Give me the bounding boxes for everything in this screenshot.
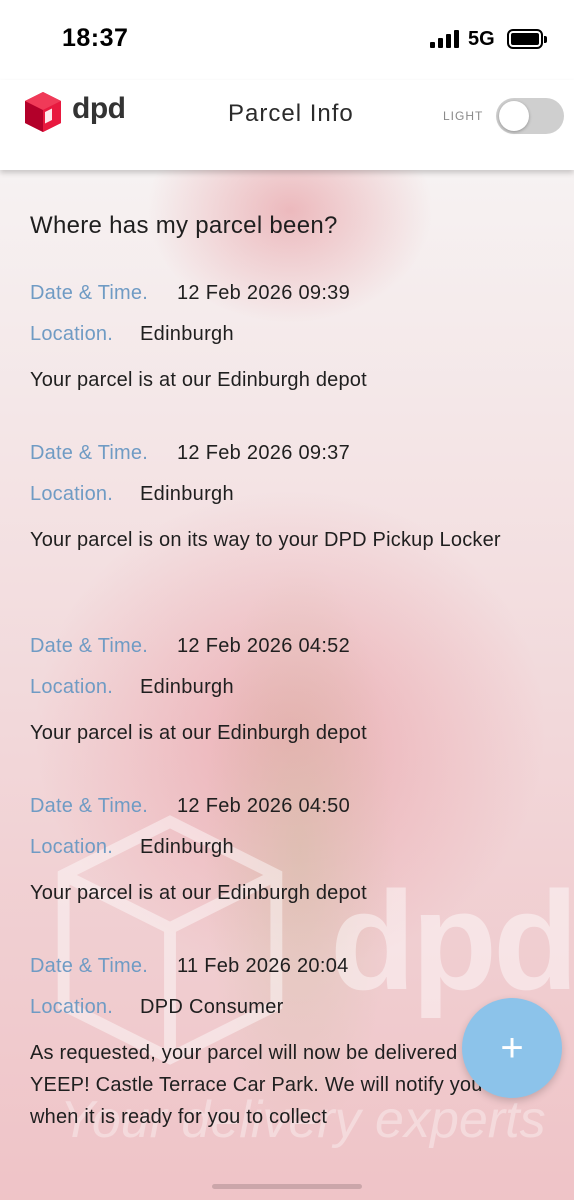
signal-icon [430,30,460,48]
add-fab-button[interactable]: + [462,998,562,1098]
event-datetime: 12 Feb 2026 04:50 [177,795,351,817]
event-location: Edinburgh [140,676,234,698]
location-label: Location. [30,836,113,858]
tracking-event: Date & Time. 12 Feb 2026 09:37 Location. E… [30,442,560,556]
event-location: Edinburgh [140,836,234,858]
toggle-knob [499,101,529,131]
status-time: 18:37 [62,24,129,52]
logo-text: dpd [72,92,126,125]
event-location: DPD Consumer [140,996,284,1018]
date-time-label: Date & Time. [30,282,148,304]
tracking-event: Date & Time. 12 Feb 2026 04:52 Location. E… [30,635,560,749]
network-type: 5G [468,28,495,50]
event-description: As requested, your parcel will now be de… [30,1042,483,1128]
date-time-label: Date & Time. [30,635,148,657]
event-description: Your parcel is at our Edinburgh depot [30,722,367,744]
event-datetime: 11 Feb 2026 20:04 [177,955,349,977]
date-time-label: Date & Time. [30,955,148,977]
event-datetime: 12 Feb 2026 09:37 [177,442,351,464]
dpd-logo[interactable]: dpd [22,90,132,134]
history-heading: Where has my parcel been? [30,212,338,239]
event-description: Your parcel is at our Edinburgh depot [30,882,367,904]
event-location: Edinburgh [140,323,234,345]
event-datetime: 12 Feb 2026 04:52 [177,635,351,657]
tracking-event: Date & Time. 12 Feb 2026 09:39 Location. E… [30,282,560,396]
event-description: Your parcel is at our Edinburgh depot [30,369,367,391]
dpd-box-icon [25,92,61,132]
tracking-event: Date & Time. 12 Feb 2026 04:50 Location. E… [30,795,560,909]
event-datetime: 12 Feb 2026 09:39 [177,282,351,304]
location-label: Location. [30,323,113,345]
theme-toggle[interactable] [496,98,564,134]
theme-toggle-label: LIGHT [443,109,484,123]
status-bar: 18:37 5G [0,0,574,80]
battery-icon [507,29,547,49]
date-time-label: Date & Time. [30,795,148,817]
plus-icon: + [500,1026,524,1070]
app-header: dpd Parcel Info LIGHT [0,80,574,170]
page-title: Parcel Info [228,100,354,127]
home-indicator [212,1184,362,1189]
location-label: Location. [30,483,113,505]
event-location: Edinburgh [140,483,234,505]
event-description: Your parcel is on its way to your DPD Pi… [30,529,501,551]
date-time-label: Date & Time. [30,442,148,464]
location-label: Location. [30,996,113,1018]
location-label: Location. [30,676,113,698]
